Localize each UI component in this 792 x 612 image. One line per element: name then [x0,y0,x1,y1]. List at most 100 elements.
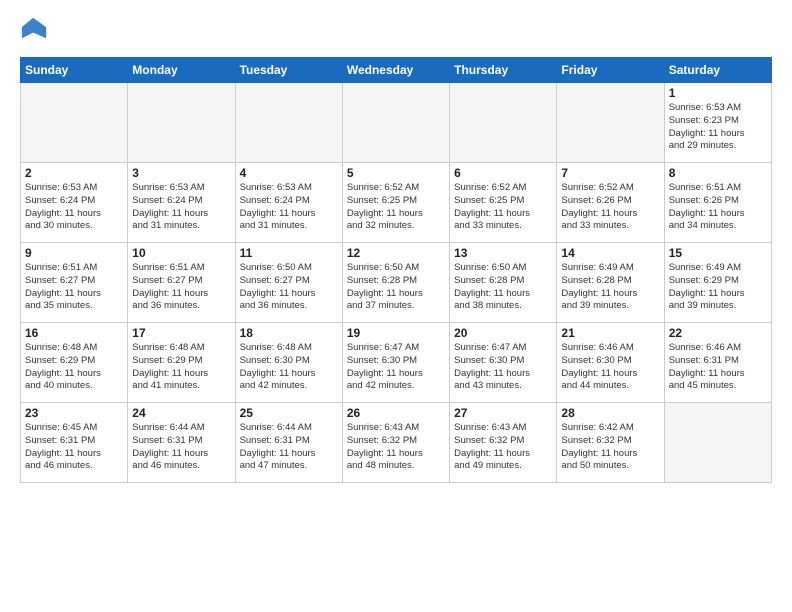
calendar-cell [21,83,128,163]
day-info: Sunrise: 6:46 AM Sunset: 6:31 PM Dayligh… [669,342,767,393]
day-number: 16 [25,326,123,340]
calendar-week-2: 9 Sunrise: 6:51 AM Sunset: 6:27 PM Daylig… [21,243,772,323]
day-info: Sunrise: 6:44 AM Sunset: 6:31 PM Dayligh… [132,422,230,473]
day-number: 11 [240,246,338,260]
day-number: 12 [347,246,445,260]
day-info: Sunrise: 6:51 AM Sunset: 6:27 PM Dayligh… [25,262,123,313]
day-number: 23 [25,406,123,420]
day-info: Sunrise: 6:53 AM Sunset: 6:24 PM Dayligh… [132,182,230,233]
day-number: 3 [132,166,230,180]
day-info: Sunrise: 6:44 AM Sunset: 6:31 PM Dayligh… [240,422,338,473]
day-header-monday: Monday [128,58,235,83]
day-number: 5 [347,166,445,180]
day-number: 14 [561,246,659,260]
day-info: Sunrise: 6:49 AM Sunset: 6:29 PM Dayligh… [669,262,767,313]
day-number: 26 [347,406,445,420]
calendar-cell: 15Sunrise: 6:49 AM Sunset: 6:29 PM Dayli… [664,243,771,323]
day-info: Sunrise: 6:51 AM Sunset: 6:27 PM Dayligh… [132,262,230,313]
calendar-cell: 12 Sunrise: 6:50 AM Sunset: 6:28 PM Dayli… [342,243,449,323]
day-info: Sunrise: 6:53 AM Sunset: 6:24 PM Dayligh… [25,182,123,233]
calendar-cell: 16 Sunrise: 6:48 AM Sunset: 6:29 PM Dayli… [21,323,128,403]
calendar-cell [557,83,664,163]
calendar-cell: 20 Sunrise: 6:47 AM Sunset: 6:30 PM Dayli… [450,323,557,403]
calendar-cell: 9 Sunrise: 6:51 AM Sunset: 6:27 PM Daylig… [21,243,128,323]
calendar-week-0: 1 Sunrise: 6:53 AM Sunset: 6:23 PM Daylig… [21,83,772,163]
calendar-cell: 13 Sunrise: 6:50 AM Sunset: 6:28 PM Dayli… [450,243,557,323]
day-number: 9 [25,246,123,260]
calendar-cell: 19Sunrise: 6:47 AM Sunset: 6:30 PM Dayli… [342,323,449,403]
day-number: 13 [454,246,552,260]
day-info: Sunrise: 6:47 AM Sunset: 6:30 PM Dayligh… [347,342,445,393]
day-info: Sunrise: 6:53 AM Sunset: 6:23 PM Dayligh… [669,102,767,153]
calendar-cell: 18Sunrise: 6:48 AM Sunset: 6:30 PM Dayli… [235,323,342,403]
day-info: Sunrise: 6:49 AM Sunset: 6:28 PM Dayligh… [561,262,659,313]
day-info: Sunrise: 6:47 AM Sunset: 6:30 PM Dayligh… [454,342,552,393]
day-info: Sunrise: 6:51 AM Sunset: 6:26 PM Dayligh… [669,182,767,233]
calendar-cell: 25 Sunrise: 6:44 AM Sunset: 6:31 PM Dayli… [235,403,342,483]
calendar-cell: 3 Sunrise: 6:53 AM Sunset: 6:24 PM Daylig… [128,163,235,243]
calendar: SundayMondayTuesdayWednesdayThursdayFrid… [20,57,772,483]
calendar-cell [450,83,557,163]
calendar-cell: 6 Sunrise: 6:52 AM Sunset: 6:25 PM Daylig… [450,163,557,243]
calendar-cell [128,83,235,163]
logo-icon [20,14,48,42]
calendar-cell: 4 Sunrise: 6:53 AM Sunset: 6:24 PM Daylig… [235,163,342,243]
day-number: 1 [669,86,767,100]
day-number: 27 [454,406,552,420]
calendar-cell: 11 Sunrise: 6:50 AM Sunset: 6:27 PM Dayli… [235,243,342,323]
day-info: Sunrise: 6:46 AM Sunset: 6:30 PM Dayligh… [561,342,659,393]
calendar-week-1: 2 Sunrise: 6:53 AM Sunset: 6:24 PM Daylig… [21,163,772,243]
calendar-cell: 23 Sunrise: 6:45 AM Sunset: 6:31 PM Dayli… [21,403,128,483]
calendar-cell [342,83,449,163]
day-info: Sunrise: 6:52 AM Sunset: 6:25 PM Dayligh… [347,182,445,233]
calendar-cell: 14 Sunrise: 6:49 AM Sunset: 6:28 PM Dayli… [557,243,664,323]
day-number: 18 [240,326,338,340]
day-info: Sunrise: 6:43 AM Sunset: 6:32 PM Dayligh… [454,422,552,473]
calendar-cell: 5 Sunrise: 6:52 AM Sunset: 6:25 PM Daylig… [342,163,449,243]
day-number: 20 [454,326,552,340]
day-header-thursday: Thursday [450,58,557,83]
calendar-cell: 7Sunrise: 6:52 AM Sunset: 6:26 PM Daylig… [557,163,664,243]
day-number: 8 [669,166,767,180]
calendar-header-row: SundayMondayTuesdayWednesdayThursdayFrid… [21,58,772,83]
day-info: Sunrise: 6:50 AM Sunset: 6:28 PM Dayligh… [347,262,445,313]
day-info: Sunrise: 6:42 AM Sunset: 6:32 PM Dayligh… [561,422,659,473]
calendar-cell: 24 Sunrise: 6:44 AM Sunset: 6:31 PM Dayli… [128,403,235,483]
logo [20,16,48,47]
calendar-week-3: 16 Sunrise: 6:48 AM Sunset: 6:29 PM Dayli… [21,323,772,403]
day-info: Sunrise: 6:48 AM Sunset: 6:29 PM Dayligh… [25,342,123,393]
day-info: Sunrise: 6:53 AM Sunset: 6:24 PM Dayligh… [240,182,338,233]
day-number: 4 [240,166,338,180]
day-number: 28 [561,406,659,420]
day-header-friday: Friday [557,58,664,83]
day-info: Sunrise: 6:43 AM Sunset: 6:32 PM Dayligh… [347,422,445,473]
day-info: Sunrise: 6:45 AM Sunset: 6:31 PM Dayligh… [25,422,123,473]
day-info: Sunrise: 6:48 AM Sunset: 6:29 PM Dayligh… [132,342,230,393]
day-number: 24 [132,406,230,420]
calendar-cell: 27 Sunrise: 6:43 AM Sunset: 6:32 PM Dayli… [450,403,557,483]
day-number: 7 [561,166,659,180]
calendar-cell: 2 Sunrise: 6:53 AM Sunset: 6:24 PM Daylig… [21,163,128,243]
day-header-sunday: Sunday [21,58,128,83]
day-number: 22 [669,326,767,340]
calendar-cell [664,403,771,483]
day-number: 2 [25,166,123,180]
calendar-cell: 17Sunrise: 6:48 AM Sunset: 6:29 PM Dayli… [128,323,235,403]
calendar-cell: 10Sunrise: 6:51 AM Sunset: 6:27 PM Dayli… [128,243,235,323]
day-info: Sunrise: 6:50 AM Sunset: 6:28 PM Dayligh… [454,262,552,313]
day-number: 21 [561,326,659,340]
calendar-cell: 21 Sunrise: 6:46 AM Sunset: 6:30 PM Dayli… [557,323,664,403]
day-info: Sunrise: 6:52 AM Sunset: 6:25 PM Dayligh… [454,182,552,233]
calendar-week-4: 23 Sunrise: 6:45 AM Sunset: 6:31 PM Dayli… [21,403,772,483]
day-header-saturday: Saturday [664,58,771,83]
header [20,16,772,47]
calendar-body: 1 Sunrise: 6:53 AM Sunset: 6:23 PM Daylig… [21,83,772,483]
day-info: Sunrise: 6:50 AM Sunset: 6:27 PM Dayligh… [240,262,338,313]
day-header-tuesday: Tuesday [235,58,342,83]
day-number: 6 [454,166,552,180]
calendar-cell: 1 Sunrise: 6:53 AM Sunset: 6:23 PM Daylig… [664,83,771,163]
day-number: 25 [240,406,338,420]
page: SundayMondayTuesdayWednesdayThursdayFrid… [0,0,792,612]
calendar-cell: 26 Sunrise: 6:43 AM Sunset: 6:32 PM Dayli… [342,403,449,483]
calendar-cell [235,83,342,163]
